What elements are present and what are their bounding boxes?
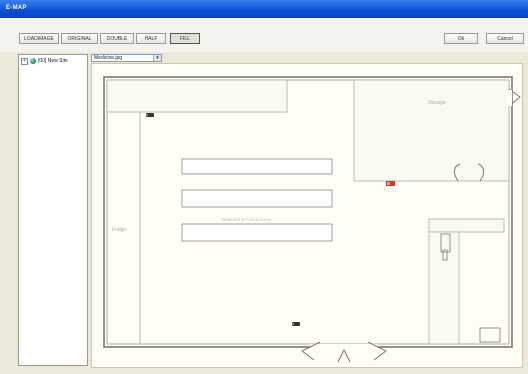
tree-item-label: [00] New Site [38,58,68,64]
ok-button[interactable]: Ok [444,33,478,44]
cabinet-column [428,231,460,345]
storage-label: Storage [428,100,446,106]
window-title: E-MAP [6,5,27,11]
image-select-value: Medicine.jpg [94,55,123,61]
double-button[interactable]: DOUBLE [100,33,134,44]
expand-icon[interactable]: + [21,57,28,65]
alarm-sensor-icon[interactable] [386,181,395,186]
emap-window: E-MAP LOADIMAGE ORIGINAL DOUBLE HALF FIL… [0,0,528,374]
fill-button[interactable]: FILL [170,33,200,44]
globe-icon [30,58,36,64]
tree-item-new-site[interactable]: + [00] New Site [21,57,68,65]
shelf-1 [181,158,333,175]
floor-plan: Fridge Storage Detected & Found Areas [103,76,521,363]
camera-icon[interactable] [291,322,300,326]
original-button[interactable]: ORIGINAL [61,33,98,44]
fridge-label: Fridge [112,227,126,233]
shelf-2 [181,189,333,208]
load-image-button[interactable]: LOADIMAGE [19,33,59,44]
site-tree: + [00] New Site [18,54,88,366]
shelf-3 [181,223,333,242]
chevron-down-icon[interactable]: ▾ [153,55,161,61]
cancel-button[interactable]: Cancel [486,33,524,44]
door-center [337,349,351,363]
storage-room [353,79,510,182]
sink [479,327,501,343]
image-select[interactable]: Medicine.jpg ▾ [91,54,162,62]
map-canvas[interactable]: Fridge Storage Detected & Found Areas [91,63,523,368]
entrance-gap [310,344,378,350]
cabinet-top [428,218,505,233]
shelves-label: Detected & Found Areas [222,217,272,222]
half-button[interactable]: HALF [136,33,166,44]
title-bar: E-MAP [0,0,528,18]
camera-icon[interactable] [145,113,154,117]
top-counter [106,79,288,113]
